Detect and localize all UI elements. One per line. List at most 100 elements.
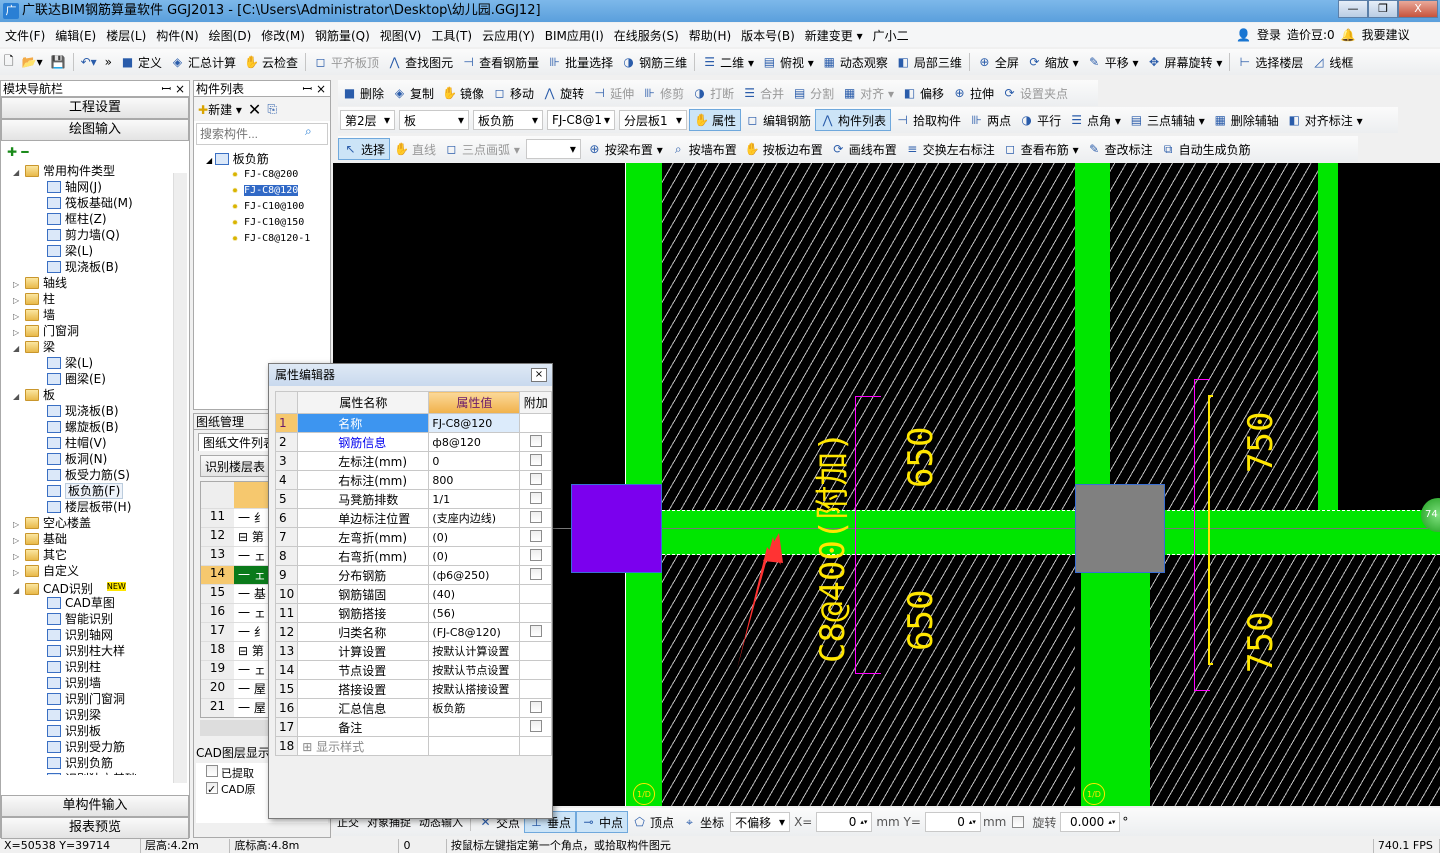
append-checkbox[interactable] — [529, 567, 542, 580]
selector-dropdown[interactable]: 分层板1 ▾ — [619, 110, 687, 130]
toolbar-button[interactable]: ◧ 局部三维 — [892, 51, 966, 73]
selector-dropdown[interactable]: FJ-C8@1 ▾ — [547, 110, 615, 130]
property-row[interactable]: 17 备注 — [274, 717, 552, 737]
menu-item[interactable]: 新建变更 ▾ — [800, 27, 868, 44]
toolbar-button[interactable]: ✎ 平移 ▾ — [1083, 51, 1143, 73]
append-checkbox[interactable] — [529, 548, 542, 561]
tree-scrollbar[interactable] — [173, 173, 187, 783]
toolbar-button[interactable]: ⊣ 查看钢筋量 — [457, 51, 543, 73]
menu-item[interactable]: 云应用(Y) — [477, 27, 540, 44]
snap-mode-button[interactable]: ⬠ 顶点 — [628, 811, 678, 833]
toolbar-button[interactable]: ▤ 分割 — [788, 82, 838, 104]
selector-dropdown[interactable]: 第2层 ▾ — [340, 110, 395, 130]
toolbar-button[interactable]: ◿ 线框 — [1307, 51, 1357, 73]
toolbar-button[interactable]: ⊕ 按梁布置 ▾ — [583, 138, 667, 160]
toolbar-button[interactable]: ⟳ 缩放 ▾ — [1023, 51, 1083, 73]
toolbar-button[interactable]: ◑ 打断 — [688, 82, 738, 104]
bell-icon[interactable]: 🔔 — [1341, 28, 1356, 42]
property-row[interactable]: 1 名称 FJ-C8@120 — [274, 413, 552, 433]
menu-item[interactable]: 帮助(H) — [684, 27, 736, 44]
tree-item[interactable]: 识别受力筋 — [13, 739, 189, 755]
layer-checkbox[interactable]: ✓ — [206, 782, 218, 796]
menu-item[interactable]: 绘图(D) — [204, 27, 257, 44]
toolbar-button[interactable]: ☰ 点角 ▾ — [1065, 109, 1125, 131]
toolbar-button[interactable]: ✥ 屏幕旋转 ▾ — [1143, 51, 1227, 73]
toolbar-button[interactable]: ▦ 动态观察 — [818, 51, 892, 73]
menu-item[interactable]: 版本号(B) — [736, 27, 800, 44]
tree-folder[interactable]: ▷ 墙 — [13, 307, 189, 323]
close-icon[interactable]: × — [531, 368, 547, 382]
beam[interactable] — [1318, 163, 1338, 510]
property-row[interactable]: 14 节点设置 按默认节点设置 — [274, 660, 552, 680]
toolbar-button[interactable]: ▤ 三点辅轴 ▾ — [1125, 109, 1209, 131]
new-file-icon[interactable]: 🗋 — [0, 51, 18, 73]
tree-item[interactable]: 轴网(J) — [13, 179, 189, 195]
menu-item[interactable]: 钢筋量(Q) — [310, 27, 375, 44]
toolbar-button[interactable]: ◑ 钢筋三维 — [617, 51, 691, 73]
single-component-button[interactable]: 单构件输入 — [1, 795, 189, 817]
tree-item[interactable]: 智能识别 — [13, 611, 189, 627]
save-icon[interactable]: 💾 — [47, 51, 70, 73]
property-value[interactable]: 1/1 — [428, 489, 521, 509]
property-value[interactable]: (支座内边线) — [428, 508, 521, 528]
toolbar-button[interactable]: ◻ 移动 — [488, 82, 538, 104]
property-row[interactable]: 7 左弯折(mm) (0) — [274, 527, 552, 547]
tab-drawing-files[interactable]: 图纸文件列表 — [198, 433, 278, 451]
toolbar-button[interactable]: ◻ 编辑钢筋 — [741, 109, 815, 131]
tree-item[interactable]: 识别柱大样 — [13, 643, 189, 659]
selector-dropdown[interactable]: 板负筋 ▾ — [473, 110, 543, 130]
property-row[interactable]: 3 左标注(mm) 0 — [274, 451, 552, 471]
expand-collapse-icon[interactable]: ✚ ━ — [1, 141, 189, 163]
tree-item[interactable]: 剪力墙(Q) — [13, 227, 189, 243]
rebar-label[interactable]: C8@400(附加) — [805, 431, 854, 663]
drawing-input-button[interactable]: 绘图输入 — [1, 119, 189, 141]
toolbar-button[interactable]: ⟳ 设置夹点 — [998, 82, 1072, 104]
toolbar-button[interactable]: ⊢ 选择楼层 — [1233, 51, 1307, 73]
menu-item[interactable]: BIM应用(I) — [540, 27, 609, 44]
tree-item[interactable]: 板负筋(F) — [13, 483, 189, 499]
component-item[interactable]: ✹ FJ-C10@100 — [206, 199, 330, 215]
tree-folder[interactable]: ▷ 轴线 — [13, 275, 189, 291]
toolbar-button[interactable]: ✋ 按板边布置 — [741, 138, 827, 160]
menu-item[interactable]: 修改(M) — [256, 27, 310, 44]
toolbar-button[interactable]: ≡ 交换左右标注 — [901, 138, 999, 160]
tree-item[interactable]: 圈梁(E) — [13, 371, 189, 387]
undo-icon[interactable]: ↶▾ — [77, 51, 101, 73]
toolbar-button[interactable]: ✋ 属性 — [689, 109, 742, 131]
tree-item[interactable]: 板受力筋(S) — [13, 467, 189, 483]
rotate-checkbox[interactable] — [1012, 816, 1025, 828]
tree-item[interactable]: 识别板 — [13, 723, 189, 739]
tree-item[interactable]: 识别负筋 — [13, 755, 189, 771]
menu-item[interactable]: 楼层(L) — [101, 27, 151, 44]
property-value[interactable]: (ф6@250) — [428, 565, 521, 585]
toolbar-button[interactable]: ⋀ 旋转 — [538, 82, 588, 104]
menu-item[interactable]: 编辑(E) — [50, 27, 101, 44]
toolbar-button[interactable]: ◻ 查看布筋 ▾ — [999, 138, 1083, 160]
login-link[interactable]: 登录 — [1257, 26, 1281, 43]
column-gray[interactable] — [1075, 484, 1165, 573]
tree-folder[interactable]: ▷ 门窗洞 — [13, 323, 189, 339]
toolbar-button[interactable]: ✋ 云检查 — [240, 51, 302, 73]
overflow-icon[interactable]: » — [101, 51, 116, 73]
property-value[interactable]: ф8@120 — [428, 432, 521, 452]
tree-item[interactable]: 识别门窗洞 — [13, 691, 189, 707]
toolbar-button[interactable]: ■ 删除 — [338, 82, 388, 104]
property-row[interactable]: 11 钢筋搭接 (56) — [274, 603, 552, 623]
property-value[interactable] — [428, 717, 521, 737]
component-item[interactable]: ✹ FJ-C8@200 — [206, 167, 330, 183]
toolbar-button[interactable]: ◑ 平行 — [1015, 109, 1065, 131]
tree-folder[interactable]: ◢ 梁 — [13, 339, 189, 355]
pin-close-icon[interactable]: ꟷ × — [302, 81, 326, 97]
property-value[interactable]: 板负筋 — [428, 698, 521, 718]
property-row[interactable]: 18 ⊞ 显示样式 — [274, 736, 552, 756]
tree-item[interactable]: 梁(L) — [13, 243, 189, 259]
tree-item[interactable]: 识别柱 — [13, 659, 189, 675]
tree-folder[interactable]: ◢ 板 — [13, 387, 189, 403]
tree-folder[interactable]: ▷ 空心楼盖 — [13, 515, 189, 531]
toolbar-button[interactable]: ◧ 对齐标注 ▾ — [1283, 109, 1367, 131]
tree-item[interactable]: 现浇板(B) — [13, 403, 189, 419]
project-settings-button[interactable]: 工程设置 — [1, 97, 189, 119]
open-file-icon[interactable]: 📂▾ — [18, 51, 47, 73]
report-preview-button[interactable]: 报表预览 — [1, 817, 189, 839]
toolbar-button[interactable]: ⊣ 延伸 — [588, 82, 638, 104]
